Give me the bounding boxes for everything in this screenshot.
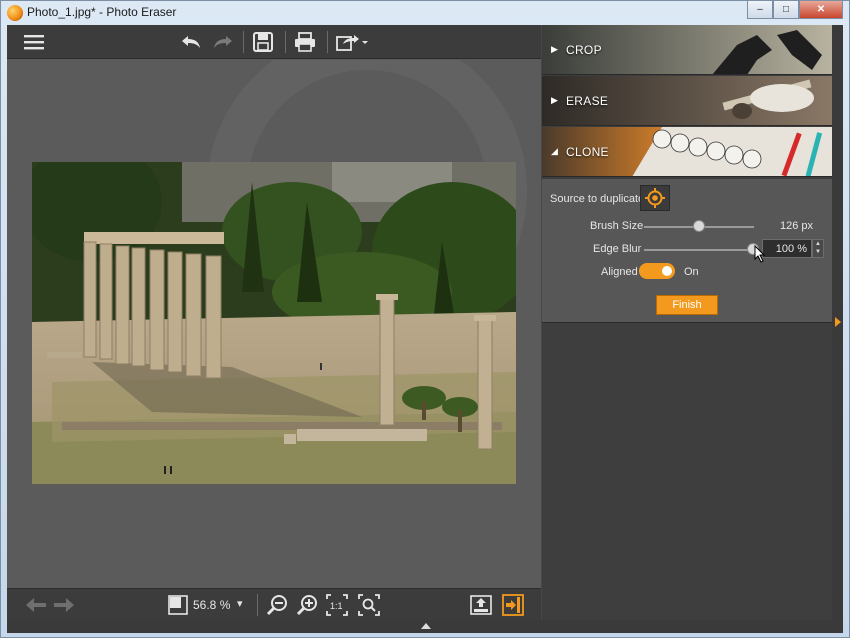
source-to-duplicate-label: Source to duplicate [550, 193, 645, 205]
status-bar [7, 620, 843, 633]
collapse-arrow-icon: ◢ [551, 146, 558, 156]
tools-panel: ▶ CROP ▶ ERASE ◢ CLONE Source to duplica… [542, 25, 832, 620]
edge-blur-label: Edge Blur [593, 243, 642, 255]
app-logo-icon [7, 5, 23, 21]
share-icon[interactable] [335, 30, 369, 54]
photo-image[interactable] [32, 162, 516, 484]
mouse-cursor-icon [754, 245, 766, 263]
forward-arrow-icon[interactable] [53, 593, 75, 617]
minimize-button[interactable]: ‒ [747, 1, 773, 19]
toolbar-divider [285, 31, 286, 53]
close-button[interactable]: ✕ [799, 1, 843, 19]
image-canvas[interactable] [7, 60, 541, 588]
back-arrow-icon[interactable] [25, 593, 47, 617]
menu-icon[interactable] [23, 30, 45, 54]
panel-collapse-strip[interactable] [832, 25, 843, 620]
save-icon[interactable] [251, 30, 275, 54]
edge-blur-spinner[interactable]: ▲ ▼ [812, 239, 824, 258]
zoom-dropdown-icon[interactable]: ▾ [237, 597, 243, 610]
export-icon[interactable] [469, 593, 493, 617]
title-bar: Photo_1.jpg* - Photo Eraser ‒ □ ✕ [1, 1, 849, 25]
section-erase-label: ERASE [566, 94, 609, 108]
svg-text:1:1: 1:1 [330, 601, 343, 611]
finish-button[interactable]: Finish [656, 295, 718, 315]
aligned-toggle[interactable] [639, 263, 675, 279]
zoom-fit-icon[interactable] [357, 593, 381, 617]
redo-icon[interactable] [211, 30, 235, 54]
brush-size-label: Brush Size [590, 220, 644, 232]
section-crop-label: CROP [566, 43, 602, 57]
aligned-label: Aligned [601, 266, 638, 278]
window-controls: ‒ □ ✕ [747, 1, 843, 19]
edge-blur-input[interactable]: 100 % [762, 239, 812, 258]
actual-size-icon[interactable]: 1:1 [325, 593, 349, 617]
brush-size-value: 126 px [780, 220, 814, 232]
toolbar-divider [327, 31, 328, 53]
fit-view-icon[interactable] [167, 593, 189, 617]
aligned-state: On [684, 266, 699, 278]
window-title: Photo_1.jpg* - Photo Eraser [27, 5, 177, 19]
undo-icon[interactable] [179, 30, 203, 54]
source-target-button[interactable] [640, 185, 670, 211]
zoom-out-icon[interactable] [265, 593, 289, 617]
app-client-area: 56.8 % ▾ 1:1 ▶ CROP ▶ ERASE ◢ CLONE Sour… [7, 25, 843, 633]
print-icon[interactable] [293, 30, 317, 54]
crosshair-icon [645, 188, 665, 208]
app-window: Photo_1.jpg* - Photo Eraser ‒ □ ✕ 56.8 %… [0, 0, 850, 638]
edge-blur-slider[interactable] [644, 249, 754, 251]
expand-arrow-icon: ▶ [551, 44, 558, 54]
top-toolbar [7, 25, 541, 59]
expand-up-arrow-icon[interactable] [421, 623, 431, 629]
section-clone-label: CLONE [566, 145, 609, 159]
maximize-button[interactable]: □ [773, 1, 799, 19]
section-clone[interactable]: ◢ CLONE [542, 127, 832, 177]
section-erase[interactable]: ▶ ERASE [542, 76, 832, 126]
expand-arrow-icon: ▶ [551, 95, 558, 105]
toolbar-divider [243, 31, 244, 53]
toggle-knob [662, 266, 672, 276]
zoom-in-icon[interactable] [295, 593, 319, 617]
section-crop[interactable]: ▶ CROP [542, 25, 832, 75]
editor-area: 56.8 % ▾ 1:1 [7, 25, 541, 633]
panel-toggle-arrow-icon[interactable] [835, 317, 841, 327]
zoom-level-value: 56.8 % [193, 598, 231, 612]
toolbar-divider [257, 594, 258, 616]
clone-options: Source to duplicate Brush Size 126 px Ed… [542, 179, 832, 323]
exit-panel-icon[interactable] [501, 593, 525, 617]
bottom-toolbar: 56.8 % ▾ 1:1 [7, 588, 541, 620]
brush-size-slider-handle[interactable] [693, 220, 705, 232]
